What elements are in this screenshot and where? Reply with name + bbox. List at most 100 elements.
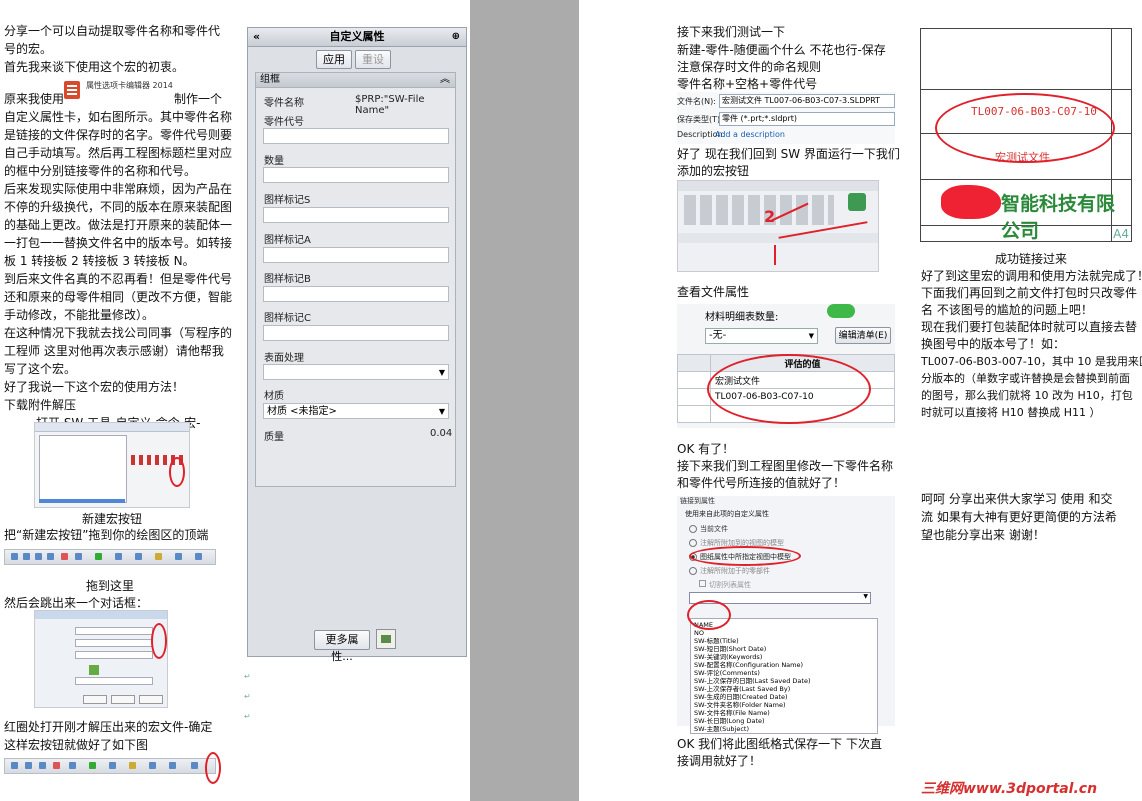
chevron-up-icon[interactable]: ︽ (440, 73, 450, 87)
para-line: 的框中分别链接零件的名称和代号。 (4, 164, 197, 178)
list-item[interactable]: SW-文件名称(File Name) (694, 709, 874, 717)
para-line: 好了 现在我们回到 SW 界面运行一下我们 (677, 147, 900, 161)
field-label: 数量 (264, 156, 284, 167)
property-editor-icon[interactable] (376, 629, 396, 649)
dialog-caption: 使用来自此项的自定义属性 (685, 510, 769, 518)
document-page-right: 接下来我们测试一下 新建-零件-随便画个什么 不花也行-保存 注意保存时文件的命… (579, 0, 1142, 801)
site-watermark: 三维网www.3dportal.cn (921, 781, 1098, 797)
para-line: 分版本的（单数字或许替换是会替换到前面 (921, 372, 1130, 385)
bom-quantity-select[interactable]: -无- ▼ (705, 328, 818, 344)
para-line: 首先我来谈下使用这个宏的初衷。 (4, 60, 185, 74)
para-line: 工程师 这里对他再次表示感谢）请他帮我 (4, 344, 224, 358)
para-line: 好了我说一下这个宏的使用方法！ (4, 380, 185, 394)
field-label: 材质 (264, 391, 284, 402)
mark-s-input[interactable] (263, 207, 449, 223)
edit-list-button[interactable]: 编辑清单(E) (835, 327, 891, 344)
para-line: 原来我使用 (4, 92, 65, 106)
para-line: 不停的升级换代，不同的版本在原来装配图 (4, 200, 233, 214)
toolbar-screenshot (4, 549, 216, 565)
field-label: 图样标记B (264, 274, 311, 285)
para-line: 接调用就好了！ (677, 754, 762, 768)
para-line: 自定义属性卡，如右图所示。其中零件名称 (4, 110, 233, 124)
pin-icon[interactable]: ⊕ (452, 28, 460, 46)
filetype-label: 保存类型(T): (677, 115, 723, 124)
new-macro-dialog-screenshot (34, 610, 168, 708)
field-label: 零件代号 (264, 117, 304, 128)
para-line: 分享一个可以自动提取零件名称和零件代 (4, 24, 221, 38)
list-item[interactable]: NO (694, 629, 874, 637)
collapse-icon[interactable]: « (253, 28, 260, 46)
material-select[interactable]: 材质 <未指定> ▼ (263, 403, 449, 419)
surface-treatment-select[interactable]: ▼ (263, 364, 449, 380)
custom-properties-panel: « 自定义属性 ⊕ 应用 重设 组框 ︽ 零件名称 $PRP:"SW-File N… (247, 27, 467, 663)
red-highlight-circle (935, 93, 1115, 163)
inline-app-name: 属性选项卡编辑器 2014 (86, 81, 173, 90)
reset-button[interactable]: 重设 (355, 50, 391, 69)
mark-c-input[interactable] (263, 325, 449, 341)
para-line: 成功链接过来 (995, 252, 1068, 266)
company-name: 智能科技有限公司 (1001, 193, 1116, 242)
filename-input[interactable]: 宏测试文件 TL007-06-B03-C07-3.SLDPRT (719, 94, 895, 108)
list-item[interactable]: SW-文件夹名称(Folder Name) (694, 701, 874, 709)
para-line: 添加的宏按钮 (677, 164, 750, 178)
list-item[interactable]: SW-上次保存的日期(Last Saved Date) (694, 677, 874, 685)
para-line: 板 1 转接板 2 转接板 3 转接板 N。 (4, 254, 195, 268)
panel-header: « 自定义属性 ⊕ (248, 28, 466, 47)
mark-a-input[interactable] (263, 247, 449, 263)
list-item[interactable]: SW-配置名称(Configuration Name) (694, 661, 874, 669)
para-line: 自己手动填写。然后再工程图标题栏里对应 (4, 146, 233, 160)
para-line: 写了这个宏。 (4, 362, 77, 376)
quantity-input[interactable] (263, 167, 449, 183)
list-item[interactable]: SW-主题(Subject) (694, 725, 874, 733)
para-line: 好了到这里宏的调用和使用方法就完成了！ (921, 269, 1142, 283)
para-line: 新建-零件-随便画个什么 不花也行-保存 (677, 43, 886, 57)
sheet-size: A4 (1113, 227, 1129, 241)
field-label: 图样标记S (264, 195, 311, 206)
list-item[interactable]: SW-短日期(Short Date) (694, 645, 874, 653)
list-item[interactable]: SW-关键词(Keywords) (694, 653, 874, 661)
part-code-input[interactable] (263, 128, 449, 144)
para-line: 手动修改，不能批量修改）。 (4, 308, 155, 322)
field-label: 表面处理 (264, 353, 304, 364)
dropdown-arrow-icon: ▼ (438, 368, 445, 377)
more-properties-button[interactable]: 更多属性... (314, 630, 370, 663)
filetype-select[interactable]: 零件 (*.prt;*.sldprt) (719, 112, 895, 126)
filename-label: 文件名(N): (677, 97, 716, 106)
property-dropdown-list[interactable]: NAME NO SW-标题(Title) SW-短日期(Short Date) … (690, 618, 878, 734)
para-line: 制作一个 (174, 92, 223, 106)
para-line: 接下来我们到工程图里修改一下零件名称 (677, 459, 894, 473)
radio-option[interactable]: 注解所附加于的零部件 (677, 564, 895, 578)
para-line: TL007-06-B03-007-10，其中 10 是我用来区 (921, 355, 1142, 368)
group-label: 组框 (260, 74, 280, 85)
list-item[interactable]: SW-生成的日期(Created Date) (694, 693, 874, 701)
para-line: 接下来我们测试一下 (677, 25, 786, 39)
para-line: 是链接的文件保存时的名字。零件代号则要 (4, 128, 233, 142)
para-line: 红圈处打开刚才解压出来的宏文件-确定 (4, 720, 213, 734)
mark-b-input[interactable] (263, 286, 449, 302)
part-name-link-value: $PRP:"SW-File Name" (355, 94, 425, 116)
radio-option[interactable]: 当前文件 (677, 522, 895, 536)
para-line: OK 有了！ (677, 442, 735, 456)
apply-button[interactable]: 应用 (316, 50, 352, 69)
list-item[interactable]: SW-上次保存者(Last Saved By) (694, 685, 874, 693)
solidworks-ribbon-screenshot: 2 (677, 180, 879, 272)
list-item[interactable]: SW-长日期(Long Date) (694, 717, 874, 725)
para-line: 下面我们再回到之前文件打包时只改零件 (921, 286, 1138, 300)
para-line: 望也能分享出来 谢谢！ (921, 528, 1045, 542)
para-line: 一打包一一替换文件名中的版本号。如转接 (4, 236, 233, 250)
list-item[interactable]: SW-评论(Comments) (694, 669, 874, 677)
file-properties-screenshot: 材料明细表数量: -无- ▼ 编辑清单(E) 评估的值 宏测试文件 TL007-0… (677, 304, 895, 428)
para-line: 下载附件解压 (4, 398, 77, 412)
cut-list-checkbox[interactable]: 切割列表属性 (677, 578, 895, 592)
panel-title: 自定义属性 (329, 30, 385, 43)
group-header[interactable]: 组框 ︽ (256, 73, 455, 88)
para-line: 还和原来的母零件相同（更改不方便，智能 (4, 290, 233, 304)
mass-value: 0.04 (430, 428, 453, 439)
list-item[interactable]: SW-标题(Title) (694, 637, 874, 645)
para-line: 后来发现实际使用中非常麻烦，因为产品在 (4, 182, 233, 196)
add-description-link[interactable]: Add a description (715, 130, 785, 139)
para-line: 在这种情况下我就去找公司同事（写程序的 (4, 326, 233, 340)
para-line: 拖到这里 (86, 579, 135, 593)
para-line: 流 如果有大神有更好更简便的方法希 (921, 510, 1117, 524)
field-label: 图样标记C (264, 313, 311, 324)
